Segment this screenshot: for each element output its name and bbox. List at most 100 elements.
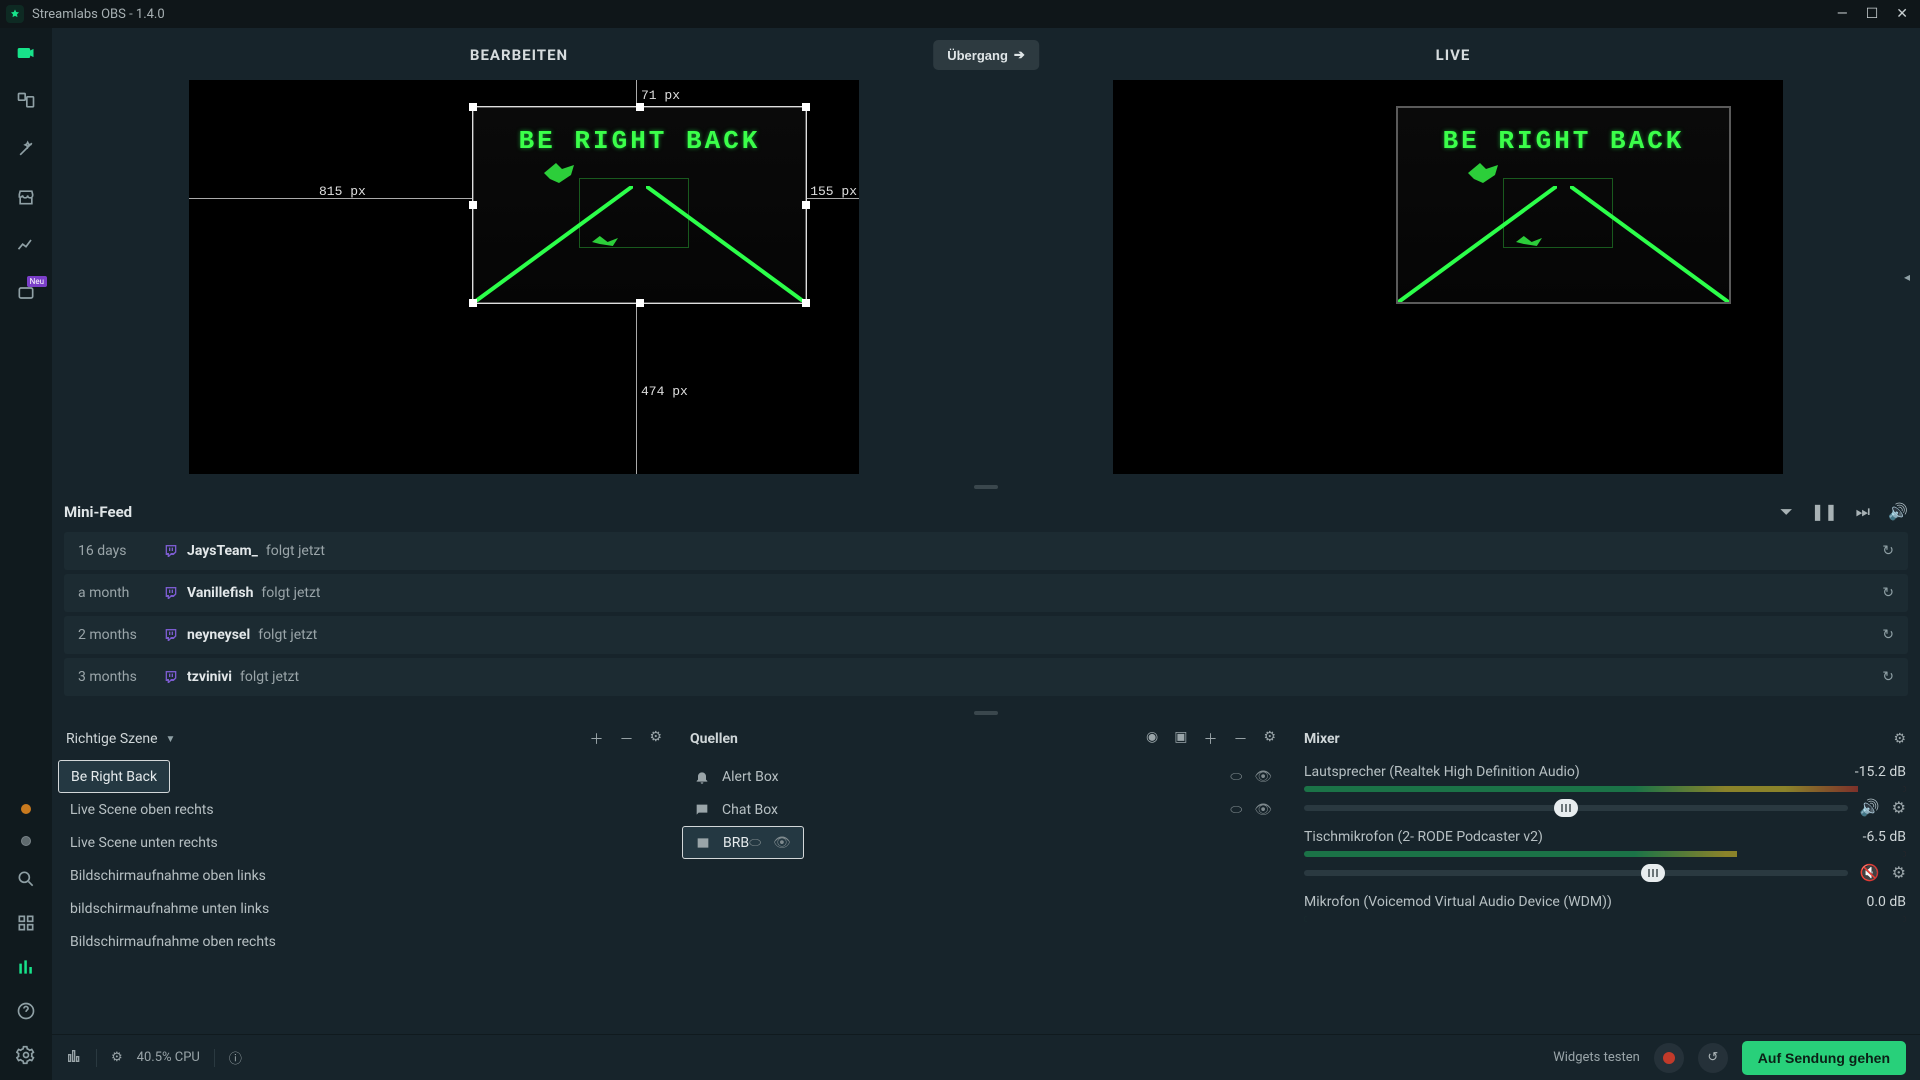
nav-help-icon[interactable] [15, 1000, 37, 1022]
test-widgets-button[interactable]: Widgets testen [1553, 1050, 1640, 1065]
source-visibility-icon[interactable]: 👁 [1254, 802, 1272, 818]
mixer-slider[interactable] [1304, 870, 1848, 876]
chevron-down-icon: ▼ [166, 734, 176, 745]
source-lock-icon[interactable]: ⬭ [1230, 802, 1242, 818]
source-row[interactable]: Chat Box⬭👁 [682, 793, 1284, 826]
close-icon[interactable]: ✕ [1896, 6, 1908, 22]
chat-icon [694, 802, 710, 818]
scene-settings-icon[interactable]: ⚙ [649, 729, 662, 749]
feed-row[interactable]: 16 daysJaysTeam_folgt jetzt↻ [64, 532, 1908, 570]
feed-replay-icon[interactable]: ↻ [1882, 669, 1894, 685]
speaker-icon[interactable]: 🔊 [1860, 798, 1880, 817]
mixer-item: Mikrofon (Voicemod Virtual Audio Device … [1304, 894, 1906, 922]
pause-icon[interactable]: ❚❚ [1811, 502, 1838, 522]
scene-row[interactable]: Bildschirmaufnahme oben rechts [58, 925, 670, 958]
add-source-icon[interactable]: ＋ [1203, 729, 1217, 749]
source-name: BRB [723, 835, 749, 851]
nav-status-dot-warn-icon[interactable] [21, 804, 31, 814]
scene-collection-dropdown[interactable]: Richtige Szene ▼ [66, 731, 175, 747]
nav-store-icon[interactable] [15, 186, 37, 208]
mixer-meter [1304, 916, 1906, 922]
remove-source-icon[interactable]: － [1233, 729, 1247, 749]
nav-apps-icon[interactable] [15, 282, 37, 304]
feed-msg: folgt jetzt [240, 669, 299, 685]
go-live-button[interactable]: Auf Sendung gehen [1742, 1041, 1906, 1075]
source-widget-icon[interactable]: ◉ [1146, 729, 1158, 749]
replay-buffer-button[interactable]: ↺ [1698, 1043, 1728, 1073]
source-name: Alert Box [722, 769, 1230, 785]
nav-status-dot-idle-icon[interactable] [21, 836, 31, 846]
feed-row[interactable]: 2 monthsneyneyselfolgt jetzt↻ [64, 616, 1908, 654]
splitter-top[interactable] [52, 482, 1920, 492]
nav-magic-icon[interactable] [15, 138, 37, 160]
mixer-meter [1304, 851, 1906, 857]
source-row[interactable]: BRB⬭ 👁 [682, 826, 804, 859]
splitter-bottom[interactable] [52, 708, 1920, 718]
feed-user: JaysTeam_ [187, 543, 258, 559]
filter-icon[interactable]: ⏷ [1780, 502, 1793, 522]
sources-list: Alert Box⬭👁Chat Box⬭👁BRB⬭👁 [676, 760, 1290, 1034]
ruler-left: 815 px [319, 184, 366, 199]
info-icon[interactable]: ⓘ [229, 1048, 242, 1067]
image-icon [695, 835, 711, 851]
feed-row[interactable]: 3 monthstzvinivifolgt jetzt↻ [64, 658, 1908, 696]
feed-time: 2 months [78, 627, 163, 643]
volume-icon[interactable]: 🔊 [1888, 502, 1908, 522]
mute-icon[interactable]: 🔇 [1860, 863, 1880, 882]
bell-icon [694, 769, 710, 785]
scene-row[interactable]: Starting Soon [58, 760, 670, 793]
source-folder-icon[interactable]: ▣ [1174, 729, 1187, 749]
cpu-icon: ⚙ [111, 1050, 123, 1065]
maximize-icon[interactable]: ☐ [1866, 6, 1879, 22]
nav-grid-icon[interactable] [15, 912, 37, 934]
feed-replay-icon[interactable]: ↻ [1882, 585, 1894, 601]
nav-analytics-icon[interactable] [15, 234, 37, 256]
mixer-item: Tischmikrofon (2- RODE Podcaster v2)-6.5… [1304, 829, 1906, 882]
scene-row[interactable]: Live Scene unten rechts [58, 826, 670, 859]
brb-text-live: BE RIGHT BACK [1398, 126, 1729, 156]
mixer-slider[interactable] [1304, 805, 1848, 811]
scenes-list: Be Right BackStarting SoonLive Scene obe… [52, 760, 676, 1034]
skip-icon[interactable]: ⏭ [1856, 502, 1870, 522]
feed-time: 16 days [78, 543, 163, 559]
nav-search-icon[interactable] [15, 868, 37, 890]
source-row[interactable]: Alert Box⬭ 👁 [682, 760, 1284, 793]
record-button[interactable] [1654, 1043, 1684, 1073]
feed-msg: folgt jetzt [261, 585, 320, 601]
source-visibility-icon[interactable]: 👁 [1254, 769, 1272, 785]
feed-replay-icon[interactable]: ↻ [1882, 543, 1894, 559]
scene-row[interactable]: Live Scene oben rechts [58, 793, 670, 826]
transition-button[interactable]: Übergang ➔ [933, 40, 1039, 70]
cpu-value: 40.5% CPU [137, 1050, 200, 1065]
live-preview[interactable]: BE RIGHT BACK ◂ [986, 82, 1910, 472]
stats-icon[interactable] [66, 1048, 82, 1068]
remove-scene-icon[interactable]: － [619, 729, 633, 749]
mixer-settings-icon[interactable]: ⚙ [1893, 731, 1906, 747]
add-scene-icon[interactable]: ＋ [589, 729, 603, 749]
mixer-db: -15.2 dB [1855, 764, 1906, 780]
feed-replay-icon[interactable]: ↻ [1882, 627, 1894, 643]
collapse-right-icon[interactable]: ◂ [1902, 259, 1912, 295]
mixer-item: Lautsprecher (Realtek High Definition Au… [1304, 764, 1906, 817]
mini-feed: Mini-Feed ⏷ ❚❚ ⏭ 🔊 16 daysJaysTeam_folgt… [52, 492, 1920, 708]
scenes-panel: Richtige Szene ▼ ＋ － ⚙ Be Right BackStar… [52, 718, 676, 1034]
source-lock-icon[interactable]: ⬭ [1230, 769, 1242, 785]
mixer-title: Mixer [1304, 731, 1893, 747]
edit-preview[interactable]: 71 px 815 px 155 px 474 px BE RIGHT BACK [62, 82, 986, 472]
source-lock-icon[interactable]: ⬭ [749, 835, 761, 851]
mixer-item-settings-icon[interactable]: ⚙ [1892, 798, 1906, 817]
mixer-db: -6.5 dB [1863, 829, 1906, 845]
window-title: Streamlabs OBS - 1.4.0 [32, 7, 1837, 22]
nav-editor-icon[interactable] [15, 956, 37, 978]
feed-user: Vanillefish [187, 585, 253, 601]
mixer-item-settings-icon[interactable]: ⚙ [1892, 863, 1906, 882]
source-visibility-icon[interactable]: 👁 [773, 835, 791, 851]
minimize-icon[interactable]: — [1837, 6, 1848, 22]
nav-layout-icon[interactable] [15, 90, 37, 112]
nav-camera-icon[interactable] [15, 42, 37, 64]
scene-row[interactable]: Bildschirmaufnahme oben links [58, 859, 670, 892]
scene-row[interactable]: bildschirmaufnahme unten links [58, 892, 670, 925]
nav-settings-icon[interactable] [15, 1044, 37, 1066]
source-settings-icon[interactable]: ⚙ [1263, 729, 1276, 749]
feed-row[interactable]: a monthVanillefishfolgt jetzt↻ [64, 574, 1908, 612]
